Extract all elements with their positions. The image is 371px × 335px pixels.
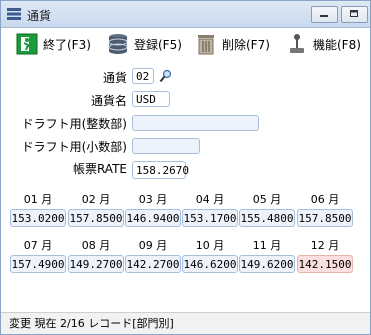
month-rate-field[interactable]: 142.2700 [125, 255, 181, 273]
currency-name-label: 通貨名 [90, 94, 127, 108]
month-rate-field[interactable]: 146.6200 [182, 255, 238, 273]
currency-label: 通貨 [102, 71, 127, 85]
currency-name-field[interactable]: USD [132, 91, 170, 107]
maximize-button[interactable] [341, 6, 368, 23]
rate-label: 帳票RATE [72, 162, 127, 176]
rate-field[interactable]: 158.2670 [132, 161, 189, 179]
draft-integer-label: ドラフト用(整数部) [21, 117, 127, 131]
draft-decimal-label: ドラフト用(小数部) [21, 140, 127, 154]
function-button[interactable]: 機能(F8) [285, 30, 361, 58]
window-title: 通貨 [27, 9, 52, 23]
currency-window: 通貨 終了(F3) 登録(F5) 削除(F7) 機能(F8) 通貨 02 通貨名… [0, 0, 371, 335]
month-rate-field[interactable]: 149.6200 [239, 255, 295, 273]
month-label: 09 月 [138, 239, 168, 252]
currency-code-field[interactable]: 02 [132, 68, 154, 84]
toolbar: 終了(F3) 登録(F5) 削除(F7) 機能(F8) [1, 28, 370, 60]
month-label: 06 月 [310, 193, 340, 206]
month-label: 08 月 [81, 239, 111, 252]
register-label: 登録(F5) [134, 37, 182, 52]
month-rate-field[interactable]: 157.8500 [297, 209, 353, 227]
function-label: 機能(F8) [313, 37, 361, 52]
joystick-icon [290, 34, 304, 53]
draft-integer-field[interactable] [132, 115, 259, 131]
month-rate-field[interactable]: 153.1700 [182, 209, 238, 227]
month-rate-field[interactable]: 153.0200 [10, 209, 66, 227]
month-rate-field[interactable]: 149.2700 [68, 255, 124, 273]
month-label: 03 月 [138, 193, 168, 206]
month-label: 10 月 [195, 239, 225, 252]
month-label: 11 月 [252, 239, 282, 252]
app-icon [7, 8, 21, 20]
minimize-button[interactable] [311, 6, 338, 23]
draft-decimal-field[interactable] [132, 138, 200, 154]
month-rate-field[interactable]: 155.4800 [239, 209, 295, 227]
month-rate-field-highlighted[interactable]: 142.1500 [297, 255, 353, 273]
month-label: 05 月 [252, 193, 282, 206]
month-label: 04 月 [195, 193, 225, 206]
trash-icon [198, 35, 214, 55]
month-rate-field[interactable]: 157.4900 [10, 255, 66, 273]
month-label: 01 月 [23, 193, 53, 206]
delete-label: 削除(F7) [222, 37, 270, 52]
form-area: 通貨 02 通貨名 USD ドラフト用(整数部) ドラフト用(小数部) 帳票RA… [1, 61, 370, 313]
month-label: 07 月 [23, 239, 53, 252]
month-label: 02 月 [81, 193, 111, 206]
delete-button[interactable]: 削除(F7) [194, 30, 270, 58]
month-rate-field[interactable]: 146.9400 [125, 209, 181, 227]
month-label: 12 月 [310, 239, 340, 252]
exit-label: 終了(F3) [43, 37, 91, 52]
database-icon [108, 34, 128, 54]
exit-icon [16, 33, 38, 55]
search-icon[interactable] [159, 69, 173, 83]
maximize-icon [350, 10, 358, 17]
month-rate-field[interactable]: 157.8500 [68, 209, 124, 227]
minimize-icon [320, 15, 328, 17]
register-button[interactable]: 登録(F5) [106, 30, 182, 58]
exit-button[interactable]: 終了(F3) [15, 30, 91, 58]
status-bar: 変更 現在 2/16 レコード[部門別] [1, 312, 370, 334]
title-bar: 通貨 [1, 1, 370, 28]
